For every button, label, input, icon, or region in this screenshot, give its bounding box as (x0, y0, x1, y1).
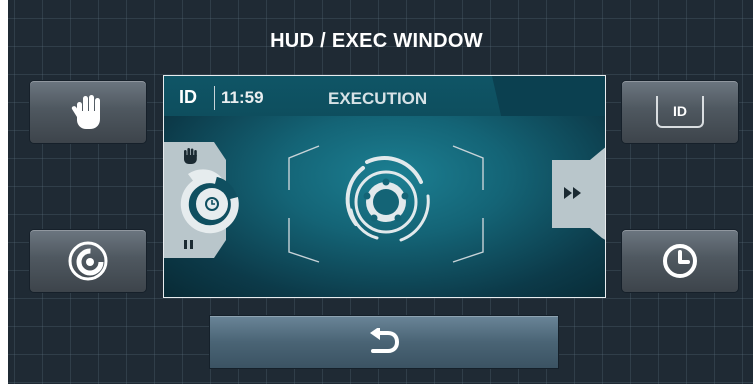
header-time: 11:59 (221, 88, 264, 107)
execution-screen: ID 11:59 EXECUTION (163, 75, 606, 298)
execution-status: EXECUTION (328, 89, 428, 108)
hand-icon (71, 95, 100, 129)
screen-header: ID 11:59 EXECUTION (164, 76, 605, 116)
back-button[interactable] (210, 316, 558, 368)
drum-rotation-icon (288, 145, 484, 263)
cycle-status-dial (164, 142, 239, 258)
clock-icon (663, 244, 697, 278)
header-divider (214, 86, 215, 110)
back-arrow-icon (370, 328, 400, 353)
fast-forward-button[interactable] (552, 146, 606, 241)
program-dial-icon (68, 241, 108, 281)
header-id-label: ID (179, 87, 197, 107)
header-tab (492, 76, 605, 116)
id-icon: ID (656, 96, 704, 128)
window-title: HUD / EXEC WINDOW (270, 30, 483, 52)
id-button[interactable]: ID (622, 81, 738, 143)
program-button[interactable] (30, 230, 146, 292)
stop-hand-button[interactable] (30, 81, 146, 143)
clock-button[interactable] (622, 230, 738, 292)
